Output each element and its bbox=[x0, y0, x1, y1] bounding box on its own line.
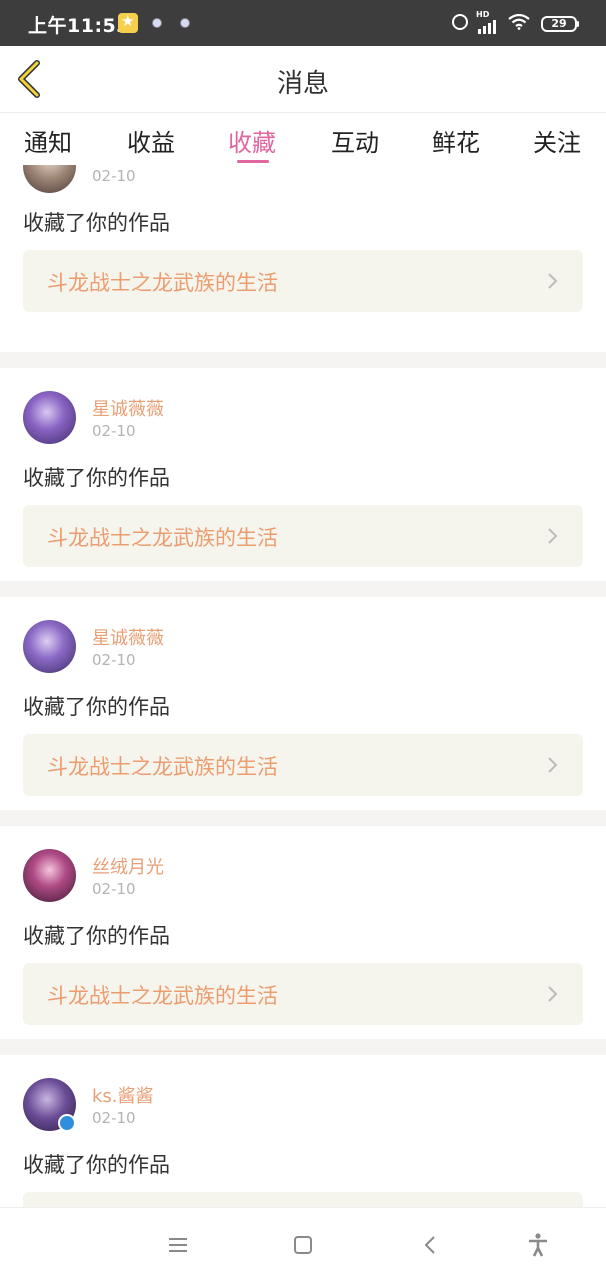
list-item: 星诚薇薇 02-10 收藏了你的作品 斗龙战士之龙武族的生活 bbox=[0, 597, 606, 810]
avatar[interactable] bbox=[23, 849, 76, 902]
work-card[interactable]: 斗龙战士之龙武族的生活 bbox=[23, 505, 583, 567]
tab-earnings[interactable]: 收益 bbox=[127, 123, 175, 158]
work-card[interactable] bbox=[23, 1192, 583, 1207]
app-star-icon bbox=[118, 12, 138, 33]
action-text: 收藏了你的作品 bbox=[23, 1153, 170, 1177]
user-name[interactable]: 丝绒月光 bbox=[92, 853, 164, 879]
work-card[interactable]: 斗龙战士之龙武族的生活 bbox=[23, 250, 583, 312]
battery-icon: 29 bbox=[541, 16, 577, 32]
avatar[interactable] bbox=[23, 620, 76, 673]
favorites-list[interactable]: 吟笛 02-10 收藏了你的作品 斗龙战士之龙武族的生活 星诚薇薇 02-10 … bbox=[0, 165, 606, 1207]
list-item: 吟笛 02-10 收藏了你的作品 斗龙战士之龙武族的生活 bbox=[0, 165, 606, 352]
list-separator bbox=[0, 1039, 606, 1055]
chevron-right-icon bbox=[548, 986, 558, 1002]
tab-flowers[interactable]: 鲜花 bbox=[432, 123, 480, 158]
alarm-icon bbox=[452, 14, 468, 30]
system-nav-bar bbox=[0, 1207, 606, 1281]
tab-bar: 通知 收益 收藏 互动 鲜花 关注 bbox=[0, 113, 606, 165]
chevron-right-icon bbox=[548, 273, 558, 289]
notification-dot-icon bbox=[180, 18, 190, 28]
signal-icon bbox=[478, 20, 500, 34]
tab-interaction[interactable]: 互动 bbox=[331, 123, 379, 158]
avatar[interactable] bbox=[23, 165, 76, 193]
user-name[interactable]: 星诚薇薇 bbox=[92, 395, 164, 421]
chevron-right-icon bbox=[548, 528, 558, 544]
tab-favorites[interactable]: 收藏 bbox=[228, 123, 276, 158]
work-title: 斗龙战士之龙武族的生活 bbox=[47, 526, 278, 550]
accessibility-icon[interactable] bbox=[523, 1230, 553, 1260]
date: 02-10 bbox=[92, 651, 136, 669]
menu-icon[interactable] bbox=[163, 1230, 193, 1260]
wifi-icon bbox=[508, 14, 530, 30]
work-title: 斗龙战士之龙武族的生活 bbox=[47, 271, 278, 295]
verified-badge-icon bbox=[58, 1114, 76, 1132]
list-separator bbox=[0, 581, 606, 597]
status-time: 上午11:53 bbox=[28, 15, 130, 37]
page-title: 消息 bbox=[276, 69, 329, 99]
avatar[interactable] bbox=[23, 391, 76, 444]
date: 02-10 bbox=[92, 1109, 136, 1127]
work-card[interactable]: 斗龙战士之龙武族的生活 bbox=[23, 734, 583, 796]
home-square-icon[interactable] bbox=[288, 1230, 318, 1260]
status-bar: 上午11:53 HD 29 bbox=[0, 0, 606, 46]
network-type: HD bbox=[476, 10, 490, 19]
list-item: 丝绒月光 02-10 收藏了你的作品 斗龙战士之龙武族的生活 bbox=[0, 826, 606, 1039]
back-chevron-icon[interactable] bbox=[416, 1230, 446, 1260]
date: 02-10 bbox=[92, 880, 136, 898]
user-name[interactable]: 星诚薇薇 bbox=[92, 624, 164, 650]
date: 02-10 bbox=[92, 167, 136, 185]
list-item: 星诚薇薇 02-10 收藏了你的作品 斗龙战士之龙武族的生活 bbox=[0, 368, 606, 581]
chevron-right-icon bbox=[548, 757, 558, 773]
work-card[interactable]: 斗龙战士之龙武族的生活 bbox=[23, 963, 583, 1025]
work-title: 斗龙战士之龙武族的生活 bbox=[47, 984, 278, 1008]
active-tab-indicator bbox=[237, 160, 269, 163]
notification-dot-icon bbox=[152, 18, 162, 28]
battery-tip bbox=[577, 21, 579, 27]
user-name[interactable]: ks.酱酱 bbox=[92, 1082, 154, 1108]
action-text: 收藏了你的作品 bbox=[23, 924, 170, 948]
tab-following[interactable]: 关注 bbox=[533, 123, 581, 158]
list-separator bbox=[0, 352, 606, 368]
tab-notice[interactable]: 通知 bbox=[24, 123, 72, 158]
list-separator bbox=[0, 810, 606, 826]
list-item: ks.酱酱 02-10 收藏了你的作品 bbox=[0, 1055, 606, 1207]
action-text: 收藏了你的作品 bbox=[23, 211, 170, 235]
action-text: 收藏了你的作品 bbox=[23, 695, 170, 719]
date: 02-10 bbox=[92, 422, 136, 440]
work-title: 斗龙战士之龙武族的生活 bbox=[47, 755, 278, 779]
header: 消息 bbox=[0, 46, 606, 113]
action-text: 收藏了你的作品 bbox=[23, 466, 170, 490]
